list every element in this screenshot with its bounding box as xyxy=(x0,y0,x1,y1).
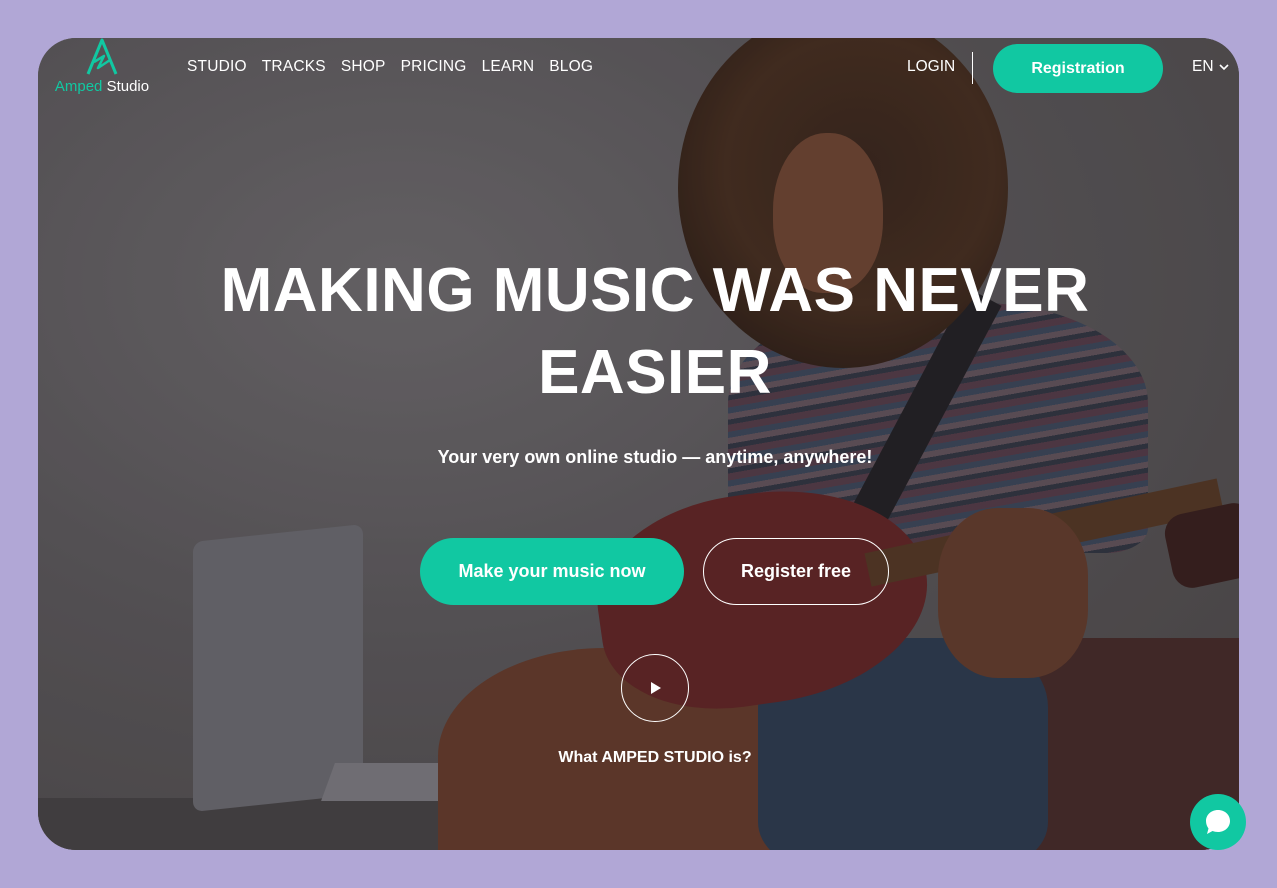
nav-item-tracks[interactable]: TRACKS xyxy=(262,58,326,76)
nav-item-learn[interactable]: LEARN xyxy=(482,58,535,76)
chat-button[interactable] xyxy=(1190,794,1246,850)
register-free-button[interactable]: Register free xyxy=(703,538,889,605)
amped-logo-icon xyxy=(86,38,118,75)
language-selector[interactable]: EN xyxy=(1192,58,1229,76)
registration-button[interactable]: Registration xyxy=(993,44,1163,93)
play-icon xyxy=(651,682,661,694)
nav-item-blog[interactable]: BLOG xyxy=(549,58,593,76)
make-music-button[interactable]: Make your music now xyxy=(420,538,684,605)
nav-item-pricing[interactable]: PRICING xyxy=(401,58,467,76)
chat-bubble-icon xyxy=(1206,810,1230,834)
hero-title-line2: EASIER xyxy=(538,338,772,407)
nav-item-shop[interactable]: SHOP xyxy=(341,58,386,76)
nav-divider xyxy=(972,52,973,84)
video-label[interactable]: What AMPED STUDIO is? xyxy=(500,749,810,767)
brand-logo[interactable]: Amped Studio xyxy=(52,38,152,100)
language-label: EN xyxy=(1192,58,1214,75)
hero-title: MAKING MUSIC WAS NEVER EASIER xyxy=(200,250,1110,414)
login-link[interactable]: LOGIN xyxy=(907,58,955,76)
hero-background-photo xyxy=(38,38,1239,850)
hero-frame xyxy=(38,38,1239,850)
main-nav: STUDIO TRACKS SHOP PRICING LEARN BLOG xyxy=(187,58,608,76)
brand-name: Amped Studio xyxy=(54,78,150,95)
play-video-button[interactable] xyxy=(621,654,689,722)
hero-title-line1: MAKING MUSIC WAS NEVER xyxy=(220,256,1090,325)
nav-item-studio[interactable]: STUDIO xyxy=(187,58,247,76)
chevron-down-icon xyxy=(1218,63,1229,70)
hero-subtitle: Your very own online studio — anytime, a… xyxy=(437,447,873,467)
